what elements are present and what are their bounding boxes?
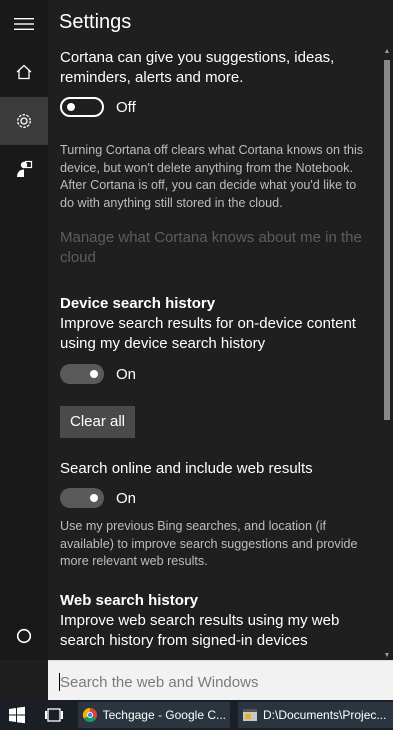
hamburger-icon [14, 18, 34, 30]
cortana-off-note: Turning Cortana off clears what Cortana … [60, 143, 364, 210]
home-button[interactable] [0, 48, 48, 96]
web-results-label: Search online and include web results [60, 460, 313, 477]
text-caret [59, 673, 60, 691]
left-rail [0, 0, 48, 660]
web-history-description: Improve web search results using my web … [60, 612, 340, 649]
windows-logo-icon [9, 706, 25, 724]
web-results-toggle-state: On [116, 490, 137, 507]
clear-all-button[interactable]: Clear all [60, 406, 136, 438]
task-view-button[interactable] [44, 700, 64, 730]
taskbar-item-chrome[interactable]: Techgage - Google C... [78, 702, 230, 728]
device-history-toggle-state: On [116, 366, 137, 383]
taskbar-item-label: Techgage - Google C... [102, 708, 226, 722]
scroll-down-arrow-icon[interactable]: ▼ [383, 652, 391, 660]
toggle-knob [67, 103, 75, 111]
settings-panel: Settings Cortana can give you suggestion… [48, 0, 393, 660]
toggle-knob [90, 370, 98, 378]
cortana-circle-icon [16, 628, 32, 644]
web-history-heading: Web search history [60, 592, 199, 609]
search-box[interactable] [48, 660, 393, 700]
scroll-up-arrow-icon[interactable]: ▲ [383, 48, 391, 56]
taskbar: Techgage - Google C... D:\Documents\Proj… [0, 700, 393, 730]
web-results-toggle[interactable] [60, 488, 104, 508]
device-history-heading: Device search history [60, 295, 216, 312]
search-input[interactable] [58, 669, 382, 695]
taskbar-item-label: D:\Documents\Projec... [263, 708, 387, 722]
feedback-icon [17, 160, 33, 177]
manage-cloud-link[interactable]: Manage what Cortana knows about me in th… [60, 228, 370, 268]
cortana-toggle[interactable] [60, 97, 104, 117]
explorer-window-icon [243, 709, 257, 721]
feedback-button[interactable] [0, 145, 48, 193]
taskbar-item-explorer[interactable]: D:\Documents\Projec... [238, 702, 393, 728]
chrome-icon [82, 707, 97, 723]
home-icon [16, 64, 32, 80]
settings-button[interactable] [0, 97, 48, 145]
device-history-description: Improve search results for on-device con… [60, 315, 356, 352]
start-button[interactable] [8, 700, 26, 730]
web-results-note: Use my previous Bing searches, and locat… [60, 519, 358, 568]
menu-button[interactable] [0, 0, 48, 48]
gear-icon [17, 114, 31, 128]
task-view-icon [45, 708, 63, 722]
page-title: Settings [59, 11, 132, 33]
cortana-intro-text: Cortana can give you suggestions, ideas,… [60, 49, 335, 86]
cortana-toggle-state: Off [116, 99, 136, 116]
toggle-knob [90, 494, 98, 502]
device-history-toggle[interactable] [60, 364, 104, 384]
scrollbar[interactable]: ▲ ▼ [383, 48, 391, 660]
cortana-button[interactable] [0, 612, 48, 660]
scroll-thumb[interactable] [384, 60, 390, 420]
